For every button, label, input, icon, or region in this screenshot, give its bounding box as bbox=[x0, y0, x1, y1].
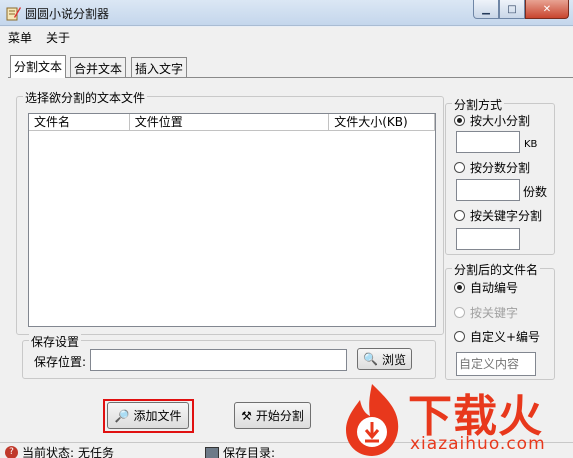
keyword-input[interactable] bbox=[456, 228, 520, 250]
minimize-icon: ▁ bbox=[482, 3, 490, 15]
close-icon: ✕ bbox=[542, 3, 552, 15]
tab-divider bbox=[8, 77, 573, 78]
browse-button[interactable]: 🔍 浏览 bbox=[357, 348, 412, 370]
column-file-location[interactable]: 文件位置 bbox=[130, 114, 330, 130]
state-label: 当前状态: bbox=[22, 446, 75, 458]
count-input[interactable] bbox=[456, 179, 520, 201]
start-split-button[interactable]: ⚒ 开始分割 bbox=[234, 402, 311, 429]
size-input[interactable] bbox=[456, 131, 520, 153]
magnifier-icon: 🔎 bbox=[114, 408, 130, 423]
tools-icon: ⚒ bbox=[241, 408, 252, 423]
save-directory: 保存目录: bbox=[205, 444, 275, 458]
watermark-url: xiazaihuo.com bbox=[410, 434, 546, 454]
menu-bar: 菜单 关于 bbox=[0, 27, 573, 47]
file-list-header: 文件名 文件位置 文件大小(KB) bbox=[29, 114, 435, 131]
menu-item-menu[interactable]: 菜单 bbox=[8, 29, 32, 46]
notebook-pen-icon bbox=[6, 7, 21, 21]
radio-split-by-count[interactable] bbox=[454, 162, 465, 173]
by-keyword-label: 按关键字 bbox=[470, 306, 519, 320]
radio-split-by-size[interactable] bbox=[454, 115, 465, 126]
window-title: 圆圆小说分割器 bbox=[25, 7, 110, 21]
radio-by-keyword[interactable] bbox=[454, 307, 465, 318]
file-list[interactable]: 文件名 文件位置 文件大小(KB) bbox=[28, 113, 436, 327]
drive-icon bbox=[205, 446, 219, 458]
add-file-label: 添加文件 bbox=[133, 409, 182, 423]
custom-number-label: 自定义+编号 bbox=[470, 330, 541, 344]
split-by-size-label: 按大小分割 bbox=[470, 114, 531, 128]
split-by-count-label: 按分数分割 bbox=[470, 161, 531, 175]
radio-auto-number[interactable] bbox=[454, 282, 465, 293]
title-bar: 圆圆小说分割器 ▁ □ ✕ bbox=[0, 0, 573, 26]
size-unit-label: KB bbox=[524, 139, 538, 150]
tab-merge-text[interactable]: 合并文本 bbox=[70, 57, 127, 77]
save-location-input[interactable] bbox=[90, 349, 347, 371]
watermark: 下载火 xiazaihuo.com bbox=[338, 380, 573, 458]
minimize-button[interactable]: ▁ bbox=[473, 0, 499, 19]
state-value: 无任务 bbox=[78, 446, 115, 458]
close-button[interactable]: ✕ bbox=[525, 0, 569, 19]
count-unit-label: 份数 bbox=[523, 185, 548, 199]
column-file-size[interactable]: 文件大小(KB) bbox=[329, 114, 435, 130]
file-select-legend: 选择欲分割的文本文件 bbox=[23, 89, 148, 106]
radio-split-by-keyword[interactable] bbox=[454, 210, 465, 221]
question-icon: ? bbox=[5, 446, 18, 458]
dir-label: 保存目录: bbox=[223, 446, 276, 458]
save-settings-legend: 保存设置 bbox=[29, 333, 82, 350]
auto-number-label: 自动编号 bbox=[470, 281, 519, 295]
naming-legend: 分割后的文件名 bbox=[452, 261, 541, 278]
folder-search-icon: 🔍 bbox=[363, 352, 378, 366]
start-split-label: 开始分割 bbox=[255, 409, 304, 423]
column-file-name[interactable]: 文件名 bbox=[29, 114, 130, 130]
split-by-keyword-label: 按关键字分割 bbox=[470, 209, 543, 223]
maximize-button[interactable]: □ bbox=[499, 0, 525, 19]
flame-logo-icon bbox=[346, 384, 399, 456]
save-location-label: 保存位置: bbox=[34, 355, 87, 369]
add-file-button[interactable]: 🔎 添加文件 bbox=[107, 402, 189, 429]
tab-insert-text[interactable]: 插入文字 bbox=[131, 57, 188, 77]
split-mode-legend: 分割方式 bbox=[452, 96, 505, 113]
radio-custom-number[interactable] bbox=[454, 331, 465, 342]
menu-item-about[interactable]: 关于 bbox=[46, 29, 70, 46]
browse-label: 浏览 bbox=[381, 352, 406, 367]
tab-split-text[interactable]: 分割文本 bbox=[10, 55, 67, 78]
maximize-icon: □ bbox=[507, 3, 517, 15]
custom-content-input[interactable] bbox=[456, 352, 536, 376]
current-state: ? 当前状态: 无任务 bbox=[5, 444, 114, 458]
